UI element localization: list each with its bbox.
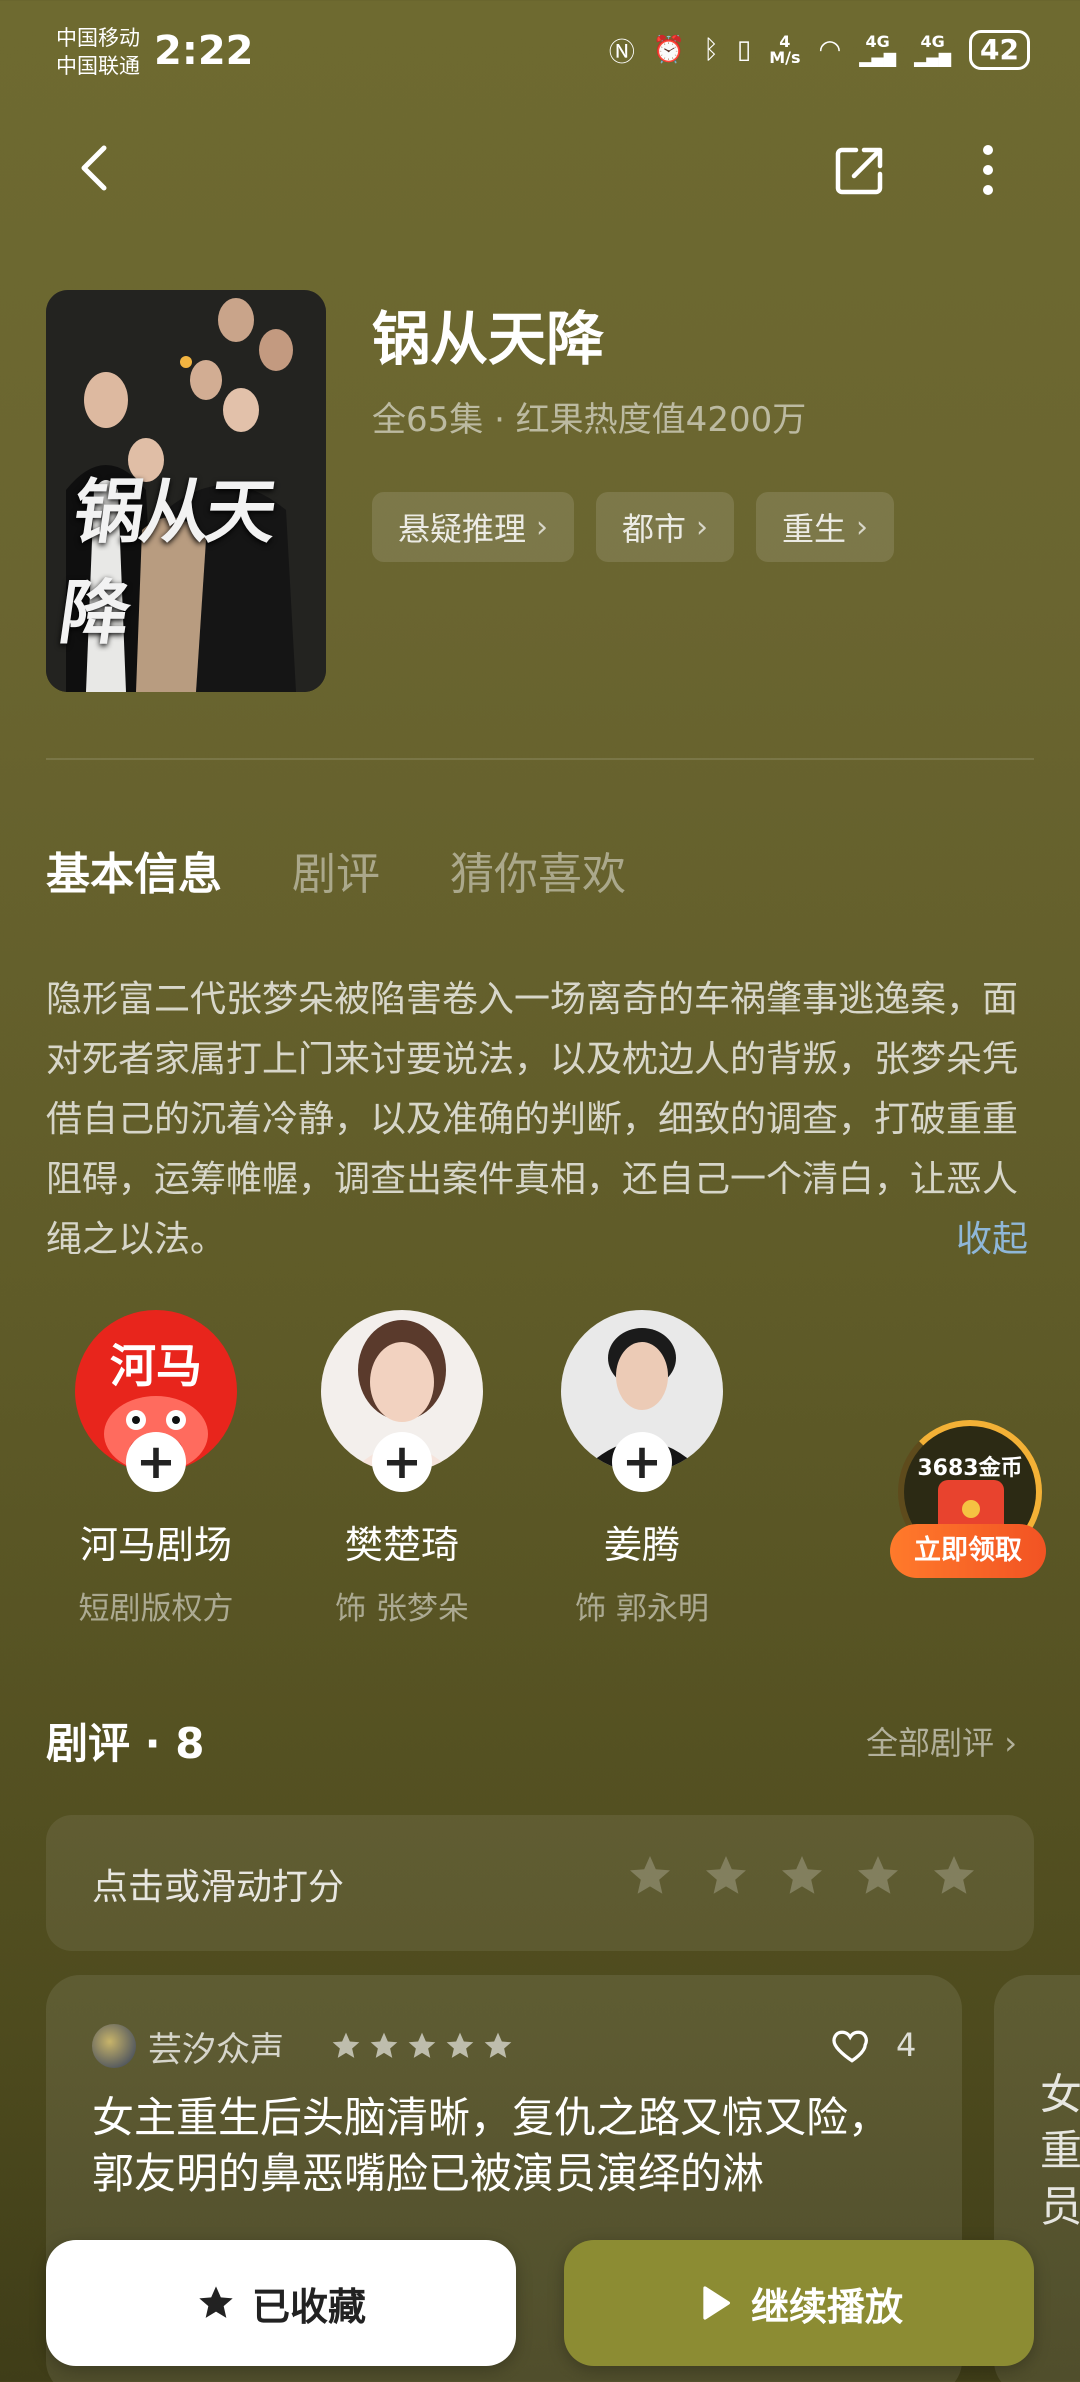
tag-list: 悬疑推理 › 都市 › 重生 › <box>372 492 895 562</box>
review-text: 女主重生后头脑清晰，复仇之路又惊又险，郭友明的鼻恶嘴脸已被演员演绎的淋 <box>92 2093 891 2198</box>
favorite-button[interactable]: 已收藏 <box>46 2240 516 2366</box>
star-icon[interactable] <box>626 1852 674 1900</box>
cast-name: 河马剧场 <box>79 1523 232 1567</box>
poster-title: 锅从天降 <box>54 470 279 654</box>
coin-reward-widget[interactable]: 3683金币 立即领取 <box>890 1420 1046 1582</box>
show-meta: 全65集 · 红果热度值4200万 <box>372 400 807 440</box>
cast-item-fan-chuqi[interactable]: + 樊楚琦 饰 张梦朵 <box>302 1310 502 1628</box>
continue-play-label: 继续播放 <box>750 2284 903 2329</box>
cast-item-jiang-teng[interactable]: + 姜腾 饰 郭永明 <box>542 1310 742 1628</box>
collapse-link[interactable]: 收起 <box>956 1210 1028 1270</box>
wifi-icon: ◠ <box>818 35 842 65</box>
carrier-2: 中国联通 <box>56 54 140 78</box>
carrier-labels: 中国移动 中国联通 <box>56 24 140 80</box>
star-icon <box>446 2032 474 2058</box>
reviews-title: 剧评 · 8 <box>46 1719 205 1768</box>
carrier-1: 中国移动 <box>56 26 140 50</box>
chevron-right-icon: › <box>856 509 869 545</box>
heart-icon[interactable] <box>830 2024 874 2068</box>
tag-label: 悬疑推理 <box>398 510 527 548</box>
star-icon <box>332 2032 360 2058</box>
star-icon[interactable] <box>702 1852 750 1900</box>
follow-button[interactable]: + <box>372 1432 432 1492</box>
avatar: + <box>321 1310 483 1492</box>
tag-rebirth[interactable]: 重生 › <box>756 492 895 562</box>
chevron-right-icon: › <box>536 509 549 545</box>
all-reviews-link[interactable]: 全部剧评 › <box>866 1718 1017 1764</box>
status-icons: Ⓝ ⏰ ᛒ ▯ 4 M/s ◠ 4G ▂▄▆ 4G ▂▄▆ 42 <box>609 30 1030 70</box>
bluetooth-icon: ᛒ <box>703 35 719 65</box>
like-count: 4 <box>896 2026 917 2064</box>
avatar: + <box>561 1310 723 1492</box>
review-stars <box>330 2030 514 2062</box>
status-time: 2:22 <box>154 28 254 74</box>
show-title: 锅从天降 <box>372 305 605 373</box>
cast-item-hema[interactable]: 河马 + 河马剧场 短剧版权方 <box>56 1310 256 1628</box>
claim-coins-button[interactable]: 立即领取 <box>890 1524 1046 1578</box>
signal-2: 4G ▂▄▆ <box>914 34 951 66</box>
divider <box>46 758 1034 760</box>
avatar[interactable] <box>92 2024 136 2068</box>
cast-role: 饰 张梦朵 <box>335 1591 469 1627</box>
signal-bars-icon: ▂▄▆ <box>859 48 897 67</box>
cast-name: 樊楚琦 <box>344 1523 459 1567</box>
star-icon <box>370 2032 398 2058</box>
star-filled-icon <box>199 2286 233 2318</box>
more-options-icon[interactable] <box>960 140 1020 200</box>
continue-play-button[interactable]: 继续播放 <box>564 2240 1034 2366</box>
vibrate-icon: ▯ <box>736 35 752 65</box>
chevron-right-icon: › <box>696 509 709 545</box>
cast-name: 姜腾 <box>603 1523 680 1567</box>
cast-role: 饰 郭永明 <box>575 1591 709 1627</box>
tab-reviews[interactable]: 剧评 <box>292 838 380 902</box>
star-icon <box>484 2032 512 2058</box>
chevron-right-icon: › <box>1004 1724 1017 1762</box>
tab-basic-info[interactable]: 基本信息 <box>46 838 222 902</box>
tag-mystery[interactable]: 悬疑推理 › <box>372 492 575 562</box>
favorite-label: 已收藏 <box>251 2284 366 2329</box>
network-speed: 4 M/s <box>769 34 800 66</box>
reviewer-name[interactable]: 芸汐众声 <box>148 2022 284 2071</box>
all-reviews-label: 全部剧评 <box>866 1724 995 1762</box>
share-icon[interactable] <box>830 140 890 200</box>
tab-bar: 基本信息 剧评 猜你喜欢 <box>46 838 626 902</box>
alarm-icon: ⏰ <box>652 35 686 65</box>
back-icon[interactable] <box>66 138 126 198</box>
synopsis-text: 隐形富二代张梦朵被陷害卷入一场离奇的车祸肇事逃逸案，面对死者家属打上门来讨要说法… <box>46 979 1019 1260</box>
avatar: 河马 + <box>75 1310 237 1492</box>
tag-urban[interactable]: 都市 › <box>596 492 735 562</box>
review-card-next-text: 女重员 <box>1040 2070 1080 2231</box>
follow-button[interactable]: + <box>126 1432 186 1492</box>
star-icon <box>408 2032 436 2058</box>
tab-recommendations[interactable]: 猜你喜欢 <box>450 838 626 902</box>
tag-label: 重生 <box>782 510 847 548</box>
status-bar: 中国移动 中国联通 2:22 Ⓝ ⏰ ᛒ ▯ 4 M/s ◠ 4G ▂▄▆ 4G… <box>0 0 1080 110</box>
star-icon[interactable] <box>854 1852 902 1900</box>
play-icon <box>703 2286 730 2320</box>
signal-1: 4G ▂▄▆ <box>859 34 896 66</box>
battery-level: 42 <box>969 30 1030 70</box>
star-icon[interactable] <box>778 1852 826 1900</box>
coin-count: 3683金币 <box>917 1456 1023 1481</box>
poster-image[interactable]: 锅从天降 <box>46 290 326 692</box>
signal-bars-icon: ▂▄▆ <box>914 48 952 67</box>
cast-role: 短剧版权方 <box>78 1591 234 1627</box>
tag-label: 都市 <box>622 510 687 548</box>
rating-prompt: 点击或滑动打分 <box>92 1867 345 1908</box>
star-icon[interactable] <box>930 1852 978 1900</box>
nfc-icon: Ⓝ <box>608 37 635 68</box>
follow-button[interactable]: + <box>612 1432 672 1492</box>
network-speed-unit: M/s <box>769 48 801 67</box>
rating-stars[interactable] <box>626 1852 978 1900</box>
